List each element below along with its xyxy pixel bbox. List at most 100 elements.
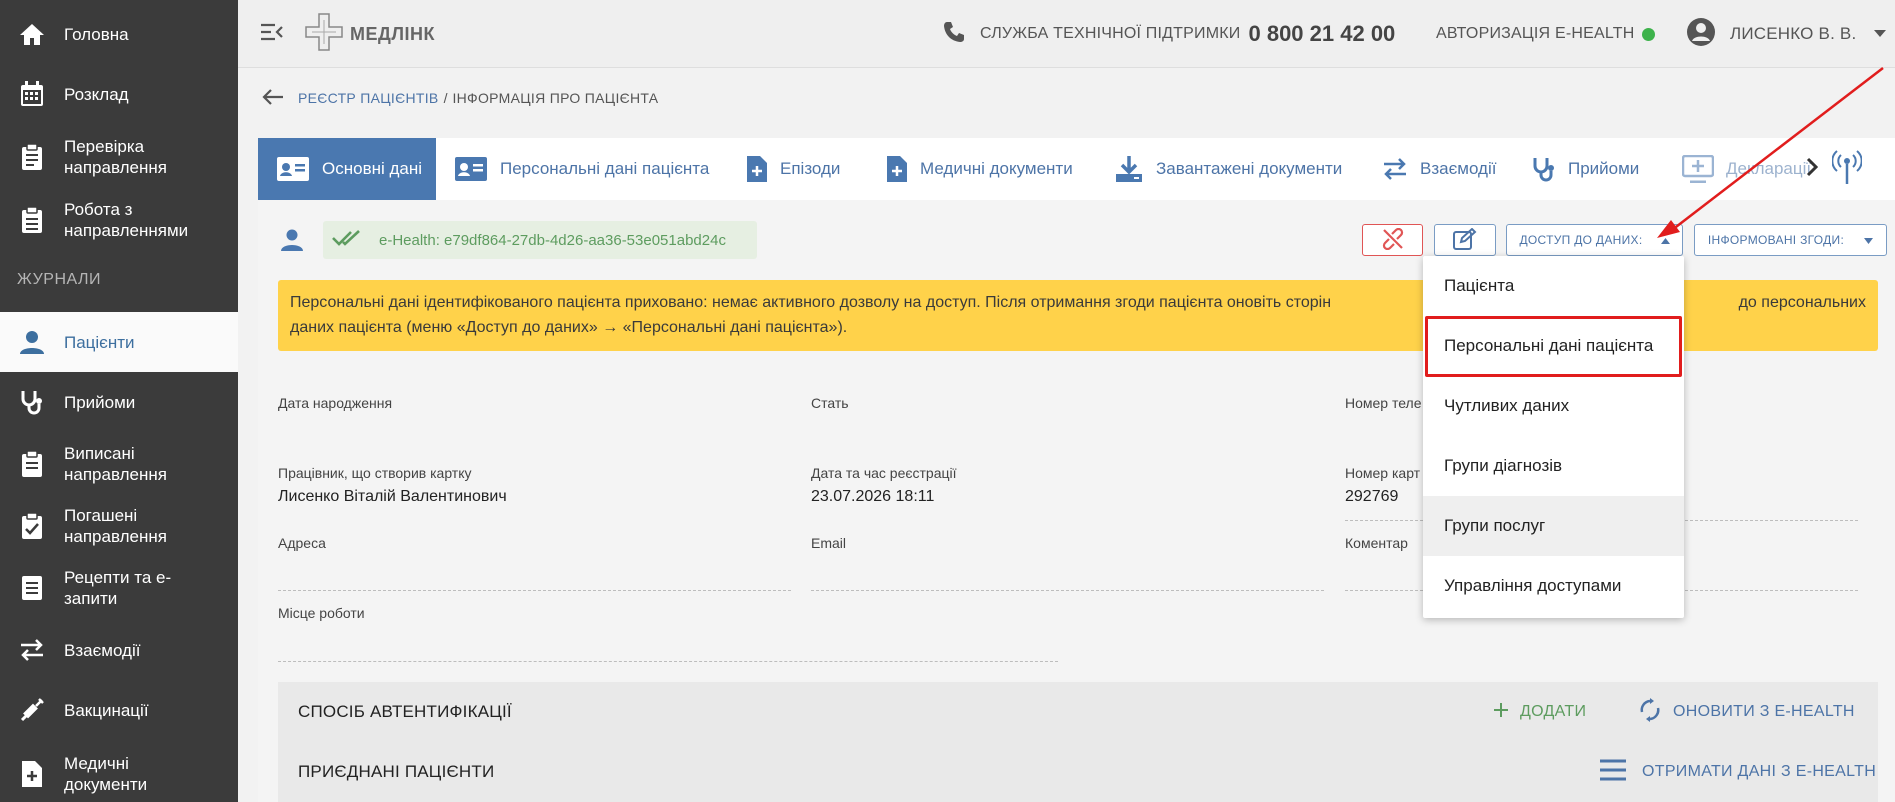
sidebar-item-appointments[interactable]: Прийоми: [0, 378, 238, 426]
refresh-icon: [1639, 697, 1661, 727]
chevron-down-icon: [1874, 25, 1887, 43]
sidebar: Головна Розклад Перевірка направлення Ро…: [0, 0, 238, 802]
menu-item-sensitive-data[interactable]: Чутливих даних: [1423, 376, 1684, 436]
field-label-email: Email: [811, 535, 847, 551]
ehealth-auth-status[interactable]: АВТОРИЗАЦІЯ E-HEALTH: [1436, 0, 1655, 68]
sidebar-item-vaccinations[interactable]: Вакцинації: [0, 686, 238, 734]
tabs-scroll-right-button[interactable]: [1806, 138, 1819, 200]
tab-label: Персональні дані пацієнта: [500, 159, 710, 178]
tab-telemedicine[interactable]: [1831, 138, 1863, 200]
tab-uploaded-documents[interactable]: Завантажені документи: [1114, 138, 1342, 200]
sidebar-item-issued-referrals[interactable]: Виписані направлення: [0, 436, 238, 492]
field-underline: [811, 590, 1324, 591]
sidebar-item-label: Розклад: [64, 84, 129, 104]
home-icon: [18, 20, 46, 48]
sidebar-item-interactions[interactable]: Взаємодії: [0, 626, 238, 674]
menu-collapse-button[interactable]: [260, 0, 284, 68]
clipboard-check-icon: [18, 512, 46, 540]
sidebar-item-patients[interactable]: Пацієнти: [0, 312, 238, 372]
field-label-address: Адреса: [278, 535, 326, 551]
field-label-comment: Коментар: [1345, 535, 1408, 551]
tab-interactions[interactable]: Взаємодії: [1382, 138, 1496, 200]
list-icon: [18, 574, 46, 602]
clipboard-list-icon: [18, 206, 46, 234]
tab-personal-data[interactable]: Персональні дані пацієнта: [454, 138, 709, 200]
caret-down-icon: [1864, 233, 1874, 247]
id-card-icon: [454, 156, 488, 182]
menu-item-personal-data[interactable]: Персональні дані пацієнта: [1423, 316, 1684, 376]
unlink-button[interactable]: [1362, 224, 1423, 256]
tab-label: Медичні документи: [920, 159, 1073, 178]
informed-consents-dropdown-button[interactable]: ІНФОРМОВАНІ ЗГОДИ:: [1694, 224, 1887, 256]
support-info: СЛУЖБА ТЕХНІЧНОЇ ПІДТРИМКИ 0 800 21 42 0…: [942, 0, 1395, 68]
tab-appointments[interactable]: Прийоми: [1532, 138, 1639, 200]
user-menu[interactable]: ЛИСЕНКО В. В.: [1686, 0, 1887, 68]
informed-consents-label: ІНФОРМОВАНІ ЗГОДИ:: [1707, 233, 1845, 247]
menu-item-label: Групи діагнозів: [1444, 456, 1563, 475]
sidebar-item-label: Перевірка направлення: [64, 137, 167, 177]
breadcrumb-link-patient-registry[interactable]: РЕЄСТР ПАЦІЄНТІВ: [298, 90, 439, 106]
swap-icon: [18, 636, 46, 664]
field-underline: [278, 590, 791, 591]
back-arrow-icon[interactable]: [262, 88, 284, 109]
refresh-from-ehealth-button[interactable]: ОНОВИТИ З E-HEALTH: [1639, 697, 1855, 727]
sidebar-item-label: Робота з направленнями: [64, 200, 189, 240]
tab-episodes[interactable]: Епізоди: [746, 138, 840, 200]
ehealth-id-badge: e-Health: e79df864-27db-4d26-aa36-53e051…: [323, 221, 757, 259]
field-value-reg-datetime: 23.07.2026 18:11: [811, 488, 935, 505]
warning-text-line1-tail: до персональних: [1738, 294, 1866, 311]
breadcrumb-current: ІНФОРМАЦІЯ ПРО ПАЦІЄНТА: [452, 90, 659, 106]
field-label-gender: Стать: [811, 395, 849, 411]
menu-item-service-groups[interactable]: Групи послуг: [1423, 496, 1684, 556]
linked-patients-section: ПРИЄДНАНІ ПАЦІЄНТИ ОТРИМАТИ ДАНІ З E-HEA…: [278, 742, 1878, 802]
menu-item-label: Групи послуг: [1444, 516, 1546, 535]
field-label-creator: Працівник, що створив картку: [278, 465, 472, 481]
field-label-birth-date: Дата народження: [278, 395, 393, 411]
tab-main-data[interactable]: Основні дані: [258, 138, 436, 200]
menu-item-patient[interactable]: Пацієнта: [1423, 256, 1684, 316]
logo-text: МЕДЛІНК: [350, 23, 435, 44]
stethoscope-icon: [18, 388, 46, 416]
sidebar-item-redeemed-referrals[interactable]: Погашені направлення: [0, 498, 238, 554]
caret-up-icon: [1660, 233, 1670, 247]
phone-icon: [942, 20, 966, 49]
sidebar-item-referrals-work[interactable]: Робота з направленнями: [0, 190, 238, 250]
edit-button[interactable]: [1434, 224, 1496, 256]
patient-tabs: Основні дані Персональні дані пацієнта Е…: [258, 138, 1895, 200]
ehealth-auth-label: АВТОРИЗАЦІЯ E-HEALTH: [1436, 25, 1635, 42]
linked-patients-title: ПРИЄДНАНІ ПАЦІЄНТИ: [298, 762, 495, 781]
menu-item-label: Пацієнта: [1444, 276, 1515, 295]
download-icon: [1114, 155, 1144, 183]
sidebar-item-label: Пацієнти: [64, 332, 135, 352]
fetch-from-ehealth-button[interactable]: ОТРИМАТИ ДАНІ З E-HEALTH: [1600, 759, 1876, 786]
menu-item-diagnosis-groups[interactable]: Групи діагнозів: [1423, 436, 1684, 496]
id-card-icon: [276, 156, 310, 182]
sidebar-item-prescriptions[interactable]: Рецепти та е- запити: [0, 560, 238, 616]
unlink-icon: [1382, 227, 1404, 253]
support-phone: 0 800 21 42 00: [1248, 21, 1396, 46]
tab-medical-documents[interactable]: Медичні документи: [886, 138, 1073, 200]
field-value-card-number: 292769: [1345, 488, 1399, 505]
sidebar-item-medical-documents[interactable]: Медичні документи: [0, 746, 238, 802]
sidebar-item-label: Медичні документи: [64, 754, 148, 794]
menu-collapse-icon: [260, 22, 284, 47]
data-access-menu: Пацієнта Персональні дані пацієнта Чутли…: [1423, 256, 1684, 618]
data-access-dropdown-button[interactable]: ДОСТУП ДО ДАНИХ:: [1506, 224, 1683, 256]
clipboard-icon: [18, 143, 46, 171]
stethoscope-icon: [1532, 156, 1556, 182]
sidebar-item-schedule[interactable]: Розклад: [0, 70, 238, 118]
tab-label: Взаємодії: [1420, 159, 1497, 178]
breadcrumb: РЕЄСТР ПАЦІЄНТІВ / ІНФОРМАЦІЯ ПРО ПАЦІЄН…: [262, 86, 658, 110]
app-logo: МЕДЛІНК: [304, 0, 435, 68]
sidebar-item-label: Головна: [64, 24, 129, 44]
sidebar-item-home[interactable]: Головна: [0, 10, 238, 58]
sidebar-item-referral-check[interactable]: Перевірка направлення: [0, 128, 238, 186]
ehealth-id-text: e-Health: e79df864-27db-4d26-aa36-53e051…: [379, 231, 726, 249]
menu-item-access-management[interactable]: Управління доступами: [1423, 556, 1684, 616]
field-underline: [278, 661, 1058, 662]
person-icon: [18, 328, 46, 356]
add-auth-method-button[interactable]: ДОДАТИ: [1494, 702, 1586, 722]
broadcast-icon: [1831, 149, 1863, 190]
tab-label: Декларації: [1726, 159, 1812, 178]
sidebar-item-label: Прийоми: [64, 392, 136, 412]
